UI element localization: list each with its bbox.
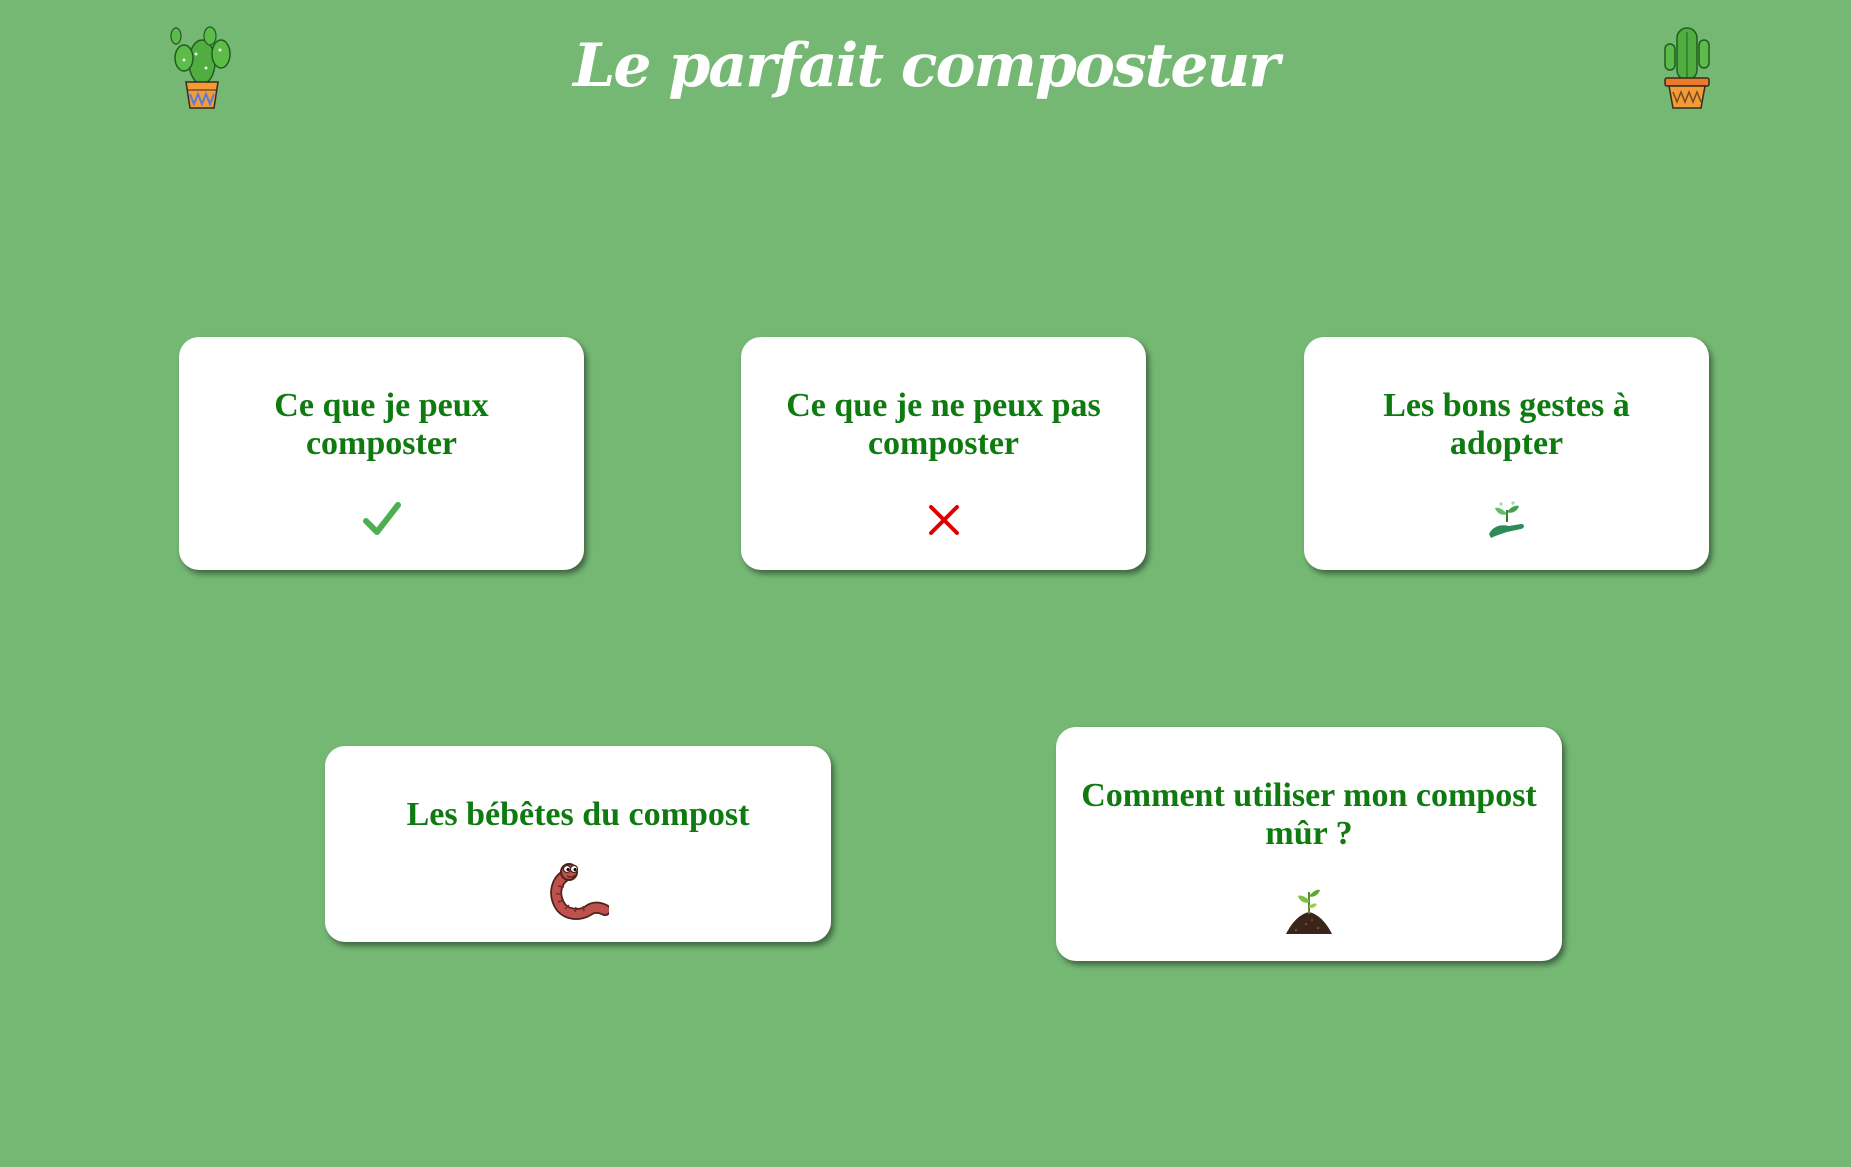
soil-sprout-icon — [1286, 889, 1332, 934]
card-title: Les bébêtes du compost — [406, 796, 750, 833]
card-good-habits[interactable]: Les bons gestes à adopter — [1304, 337, 1709, 570]
page-title: Le parfait composteur — [573, 31, 1280, 101]
cactus-pot-icon — [1664, 27, 1710, 109]
card-title: Ce que je peux composter — [274, 387, 489, 462]
hand-sprout-icon — [1488, 501, 1524, 538]
cross-icon — [928, 505, 959, 535]
card-title: Ce que je ne peux pas composter — [786, 387, 1101, 462]
cactus-pot-icon — [170, 26, 231, 109]
card-title: Les bons gestes à adopter — [1383, 387, 1630, 462]
card-compost-critters[interactable]: Les bébêtes du compost — [325, 746, 831, 942]
worm-icon — [550, 863, 609, 920]
card-what-can-compost[interactable]: Ce que je peux composter — [179, 337, 584, 570]
checkmark-icon — [362, 502, 401, 535]
card-title: Comment utiliser mon compost mûr ? — [1081, 777, 1537, 852]
card-use-mature-compost[interactable]: Comment utiliser mon compost mûr ? — [1056, 727, 1562, 961]
card-what-cannot-compost[interactable]: Ce que je ne peux pas composter — [741, 337, 1146, 570]
